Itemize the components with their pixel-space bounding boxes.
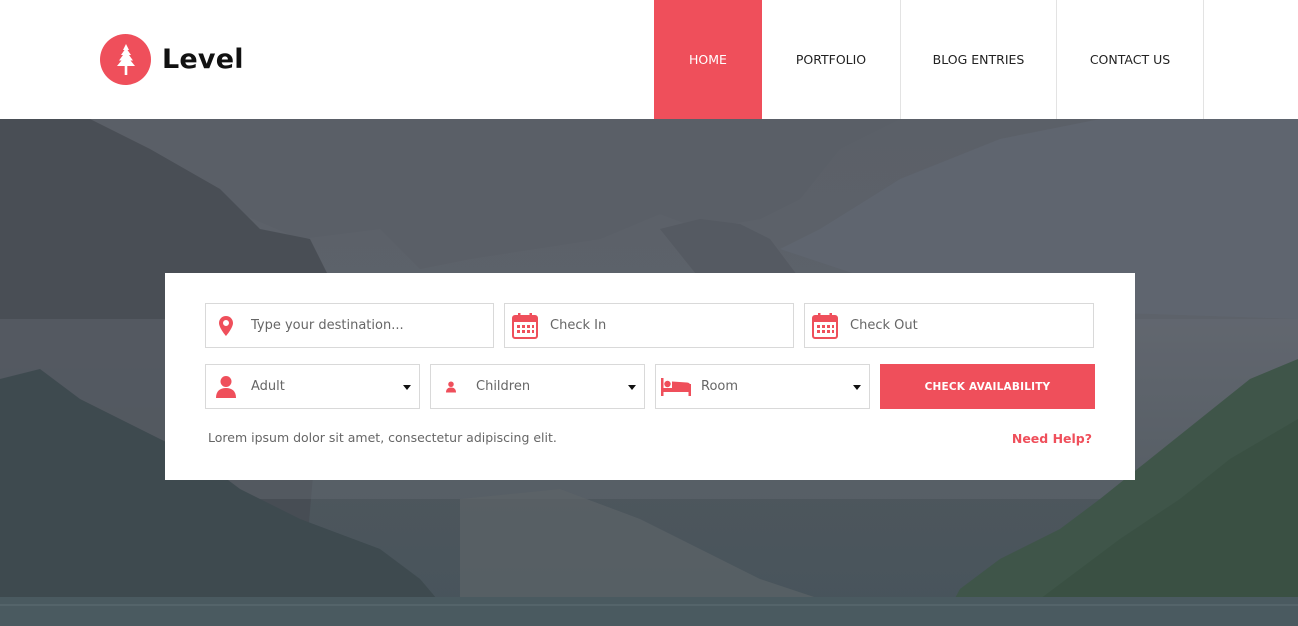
brand-name: Level: [162, 44, 244, 75]
check-in-field[interactable]: Check In: [504, 303, 794, 348]
room-select[interactable]: Room: [655, 364, 870, 409]
logo[interactable]: Level: [100, 34, 244, 85]
main-nav: HOME PORTFOLIO BLOG ENTRIES CONTACT US: [654, 0, 1204, 119]
calendar-icon: [805, 312, 845, 339]
nav-item-portfolio[interactable]: PORTFOLIO: [762, 0, 901, 119]
children-select[interactable]: Children: [430, 364, 645, 409]
chevron-down-icon: [628, 385, 636, 390]
destination-field[interactable]: Type your destination...: [205, 303, 494, 348]
destination-placeholder: Type your destination...: [251, 318, 404, 333]
room-value: Room: [701, 379, 739, 394]
nav-item-home[interactable]: HOME: [654, 0, 762, 119]
user-small-icon: [431, 381, 471, 393]
children-value: Children: [476, 379, 531, 394]
calendar-icon: [505, 312, 545, 339]
map-pin-icon: [206, 315, 246, 336]
check-out-field[interactable]: Check Out: [804, 303, 1094, 348]
check-out-placeholder: Check Out: [850, 318, 918, 333]
need-help-link[interactable]: Need Help?: [1012, 431, 1092, 446]
user-icon: [206, 375, 246, 398]
booking-search-form: Type your destination... Check In Check …: [165, 273, 1135, 480]
chevron-down-icon: [403, 385, 411, 390]
adult-select[interactable]: Adult: [205, 364, 420, 409]
nav-item-blog-entries[interactable]: BLOG ENTRIES: [901, 0, 1057, 119]
adult-value: Adult: [251, 379, 285, 394]
bed-icon: [656, 377, 696, 396]
nav-item-contact-us[interactable]: CONTACT US: [1057, 0, 1204, 119]
pine-tree-icon: [100, 34, 151, 85]
check-availability-button[interactable]: CHECK AVAILABILITY: [880, 364, 1095, 409]
site-header: Level HOME PORTFOLIO BLOG ENTRIES CONTAC…: [0, 0, 1298, 119]
form-note: Lorem ipsum dolor sit amet, consectetur …: [208, 430, 557, 445]
check-in-placeholder: Check In: [550, 318, 607, 333]
chevron-down-icon: [853, 385, 861, 390]
